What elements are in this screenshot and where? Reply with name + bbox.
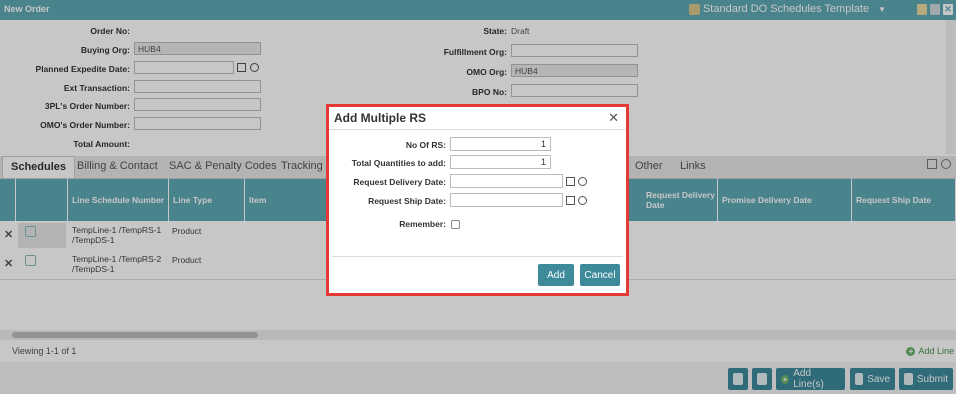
request-delivery-date-field[interactable] (450, 174, 563, 188)
cancel-button[interactable]: Cancel (580, 264, 620, 286)
remember-checkbox[interactable] (451, 220, 460, 229)
request-delivery-date-label: Request Delivery Date: (353, 177, 446, 187)
calendar-icon[interactable] (566, 177, 575, 186)
clock-icon[interactable] (578, 177, 587, 186)
remember-label: Remember: (399, 219, 446, 229)
add-button[interactable]: Add (538, 264, 574, 286)
add-multiple-rs-dialog: Add Multiple RS ✕ No Of RS: 1 Total Quan… (326, 104, 629, 296)
dialog-divider (329, 129, 626, 130)
total-quantities-label: Total Quantities to add: (351, 158, 446, 168)
request-ship-date-label: Request Ship Date: (368, 196, 446, 206)
close-icon[interactable]: ✕ (608, 110, 619, 126)
total-quantities-field[interactable]: 1 (450, 155, 551, 169)
no-of-rs-label: No Of RS: (405, 140, 446, 150)
dialog-footer-divider (332, 256, 623, 257)
no-of-rs-field[interactable]: 1 (450, 137, 551, 151)
dialog-title: Add Multiple RS (334, 111, 426, 125)
calendar-icon[interactable] (566, 196, 575, 205)
request-ship-date-field[interactable] (450, 193, 563, 207)
clock-icon[interactable] (578, 196, 587, 205)
